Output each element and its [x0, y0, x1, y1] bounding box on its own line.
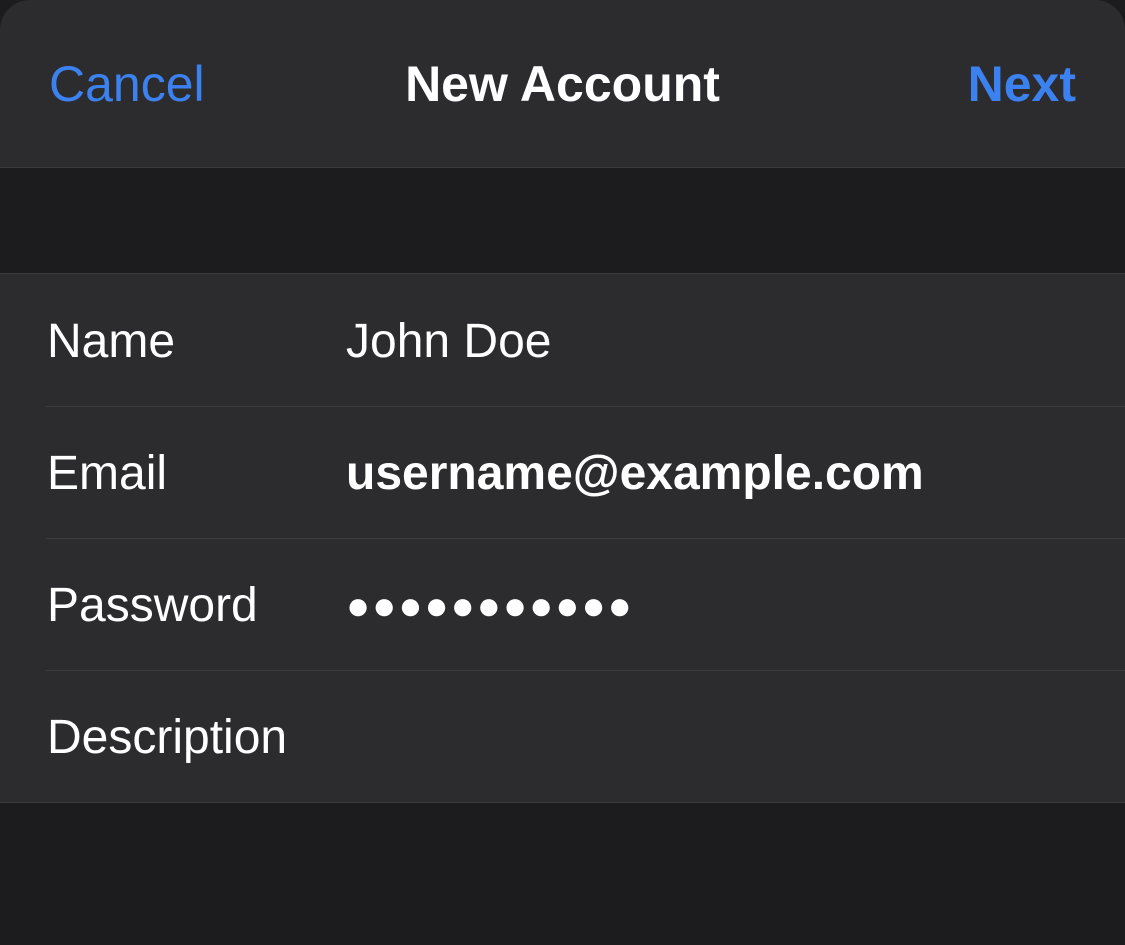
navigation-bar: Cancel New Account Next [0, 0, 1125, 168]
name-field[interactable]: John Doe [346, 312, 1085, 372]
email-label: Email [47, 447, 168, 500]
password-label: Password [47, 579, 258, 632]
description-label: Description [47, 711, 288, 764]
description-row[interactable]: Description [0, 670, 1125, 802]
name-label: Name [47, 315, 176, 368]
next-button[interactable]: Next [968, 54, 1076, 114]
new-account-sheet: Cancel New Account Next Name John Doe Em… [0, 0, 1125, 945]
account-form: Name John Doe Email username@example.com… [0, 273, 1125, 803]
password-row[interactable]: Password ●●●●●●●●●●● [0, 538, 1125, 670]
email-row[interactable]: Email username@example.com [0, 406, 1125, 538]
password-field[interactable]: ●●●●●●●●●●● [346, 576, 1085, 636]
name-row[interactable]: Name John Doe [0, 274, 1125, 406]
cancel-button[interactable]: Cancel [49, 54, 205, 114]
email-field[interactable]: username@example.com [346, 444, 1085, 504]
